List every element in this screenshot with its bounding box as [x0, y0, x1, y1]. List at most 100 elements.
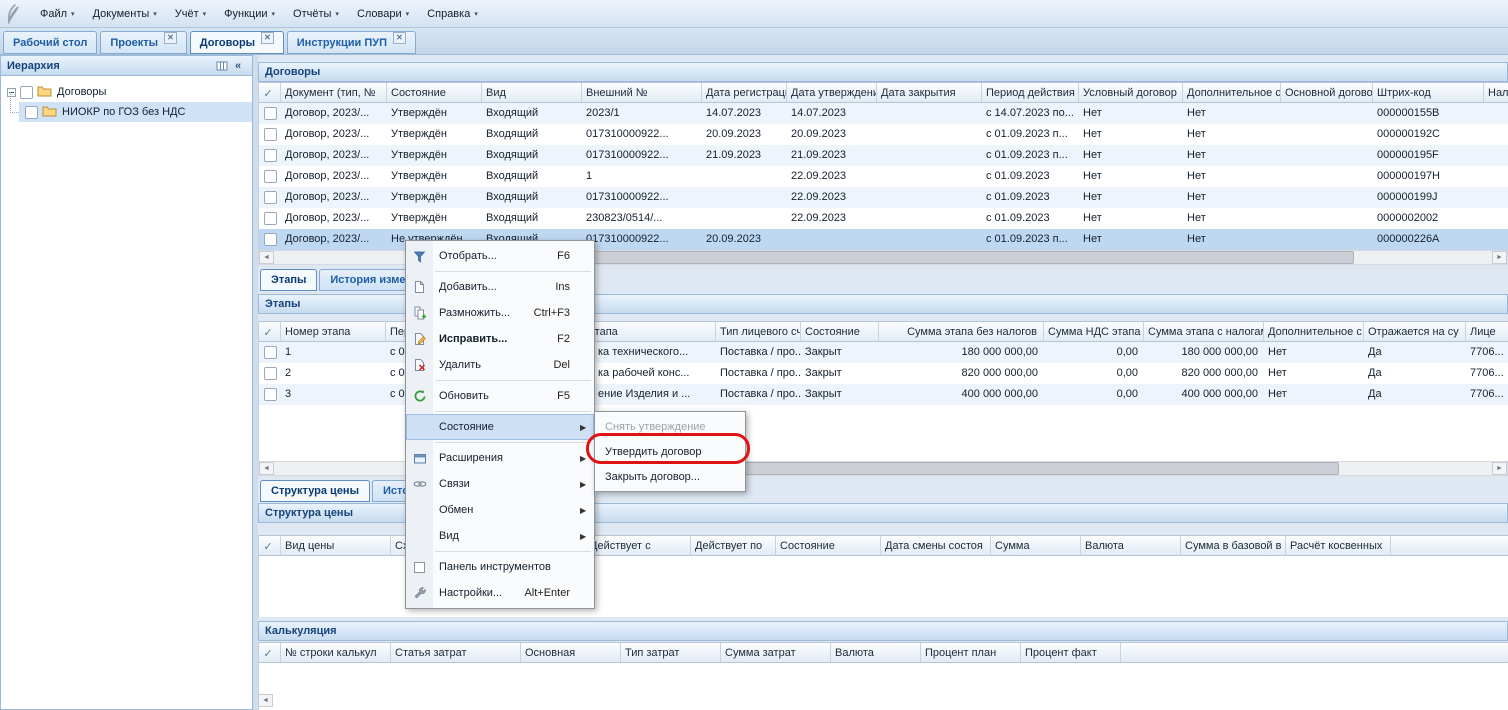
column-header[interactable]: № строки калькул: [281, 643, 391, 662]
context-menu-item-delete[interactable]: УдалитьDel: [406, 352, 594, 378]
scroll-right-button[interactable]: ►: [1492, 251, 1507, 264]
column-header[interactable]: Валюта: [831, 643, 921, 662]
hierarchy-collapse-button[interactable]: «: [230, 58, 246, 73]
select-column-header[interactable]: ✓: [259, 83, 281, 102]
tab-pup-instructions[interactable]: Инструкции ПУП✕: [287, 31, 416, 54]
row-checkbox[interactable]: [264, 346, 277, 359]
context-menu-item-toolbar[interactable]: Панель инструментов: [406, 554, 594, 580]
column-header[interactable]: Дата закрытия: [877, 83, 982, 102]
menubar-item-accounting[interactable]: Учёт▾: [167, 3, 216, 25]
table-row[interactable]: Договор, 2023/...УтверждёнВходящий122.09…: [259, 166, 1508, 187]
menubar-item-documents[interactable]: Документы▾: [85, 3, 167, 25]
column-header[interactable]: Вид: [482, 83, 582, 102]
column-header[interactable]: Дополнительное с: [1183, 83, 1281, 102]
row-checkbox[interactable]: [264, 212, 277, 225]
select-column-header[interactable]: ✓: [259, 322, 281, 341]
context-menu-item-edit[interactable]: Исправить...F2: [406, 326, 594, 352]
row-checkbox[interactable]: [264, 367, 277, 380]
context-menu-item-view[interactable]: Вид▶: [406, 523, 594, 549]
submenu-item-approve[interactable]: Утвердить договор: [595, 439, 745, 464]
column-header[interactable]: Основной договор: [1281, 83, 1373, 102]
context-menu-item-exchange[interactable]: Обмен▶: [406, 497, 594, 523]
row-checkbox[interactable]: [264, 107, 277, 120]
table-row[interactable]: Договор, 2023/...УтверждёнВходящий017310…: [259, 187, 1508, 208]
row-checkbox[interactable]: [264, 128, 277, 141]
column-header[interactable]: Отражается на су: [1364, 322, 1466, 341]
column-header[interactable]: Тип лицевого счёт: [716, 322, 801, 341]
column-header[interactable]: Условный договор: [1079, 83, 1183, 102]
column-header[interactable]: Номер этапа: [281, 322, 386, 341]
column-header[interactable]: Лице: [1466, 322, 1508, 341]
column-header[interactable]: Тип затрат: [621, 643, 721, 662]
column-header[interactable]: Статья затрат: [391, 643, 521, 662]
column-header[interactable]: Дополнительное с: [1264, 322, 1364, 341]
column-header[interactable]: Действует по: [691, 536, 776, 555]
column-header[interactable]: Налог: [1484, 83, 1508, 102]
column-header[interactable]: Состояние: [387, 83, 482, 102]
menubar-item-reports[interactable]: Отчёты▾: [285, 3, 349, 25]
tree-node-checkbox[interactable]: [25, 106, 38, 119]
column-header[interactable]: Сумма этапа с налогами: [1144, 322, 1264, 341]
column-header[interactable]: Внешний №: [582, 83, 702, 102]
column-header[interactable]: Процент план: [921, 643, 1021, 662]
scroll-left-button[interactable]: ◄: [259, 251, 274, 264]
row-checkbox[interactable]: [264, 191, 277, 204]
context-menu-item-refresh[interactable]: ОбновитьF5: [406, 383, 594, 409]
column-header[interactable]: Сумма: [991, 536, 1081, 555]
tab-projects[interactable]: Проекты✕: [100, 31, 186, 54]
tab-contracts[interactable]: Договоры✕: [190, 31, 284, 54]
column-header[interactable]: Сумма НДС этапа: [1044, 322, 1144, 341]
column-header[interactable]: Основная: [521, 643, 621, 662]
tab-close-icon[interactable]: ✕: [164, 32, 177, 44]
column-header[interactable]: Процент факт: [1021, 643, 1121, 662]
menubar-item-file[interactable]: Файл▾: [32, 3, 85, 25]
table-row[interactable]: Договор, 2023/...УтверждёнВходящий017310…: [259, 124, 1508, 145]
tree-node-checkbox[interactable]: [20, 86, 33, 99]
column-header[interactable]: Документ (тип, №: [281, 83, 387, 102]
price-tab-0[interactable]: Структура цены: [260, 480, 370, 502]
tab-close-icon[interactable]: ✕: [261, 32, 274, 44]
column-header[interactable]: Действует с: [586, 536, 691, 555]
tab-close-icon[interactable]: ✕: [393, 32, 406, 44]
tree-node-niokr[interactable]: НИОКР по ГОЗ без НДС: [19, 102, 252, 122]
table-row[interactable]: Договор, 2023/...УтверждёнВходящий230823…: [259, 208, 1508, 229]
table-row[interactable]: Договор, 2023/...УтверждёнВходящий2023/1…: [259, 103, 1508, 124]
column-header[interactable]: Период действия: [982, 83, 1079, 102]
row-checkbox[interactable]: [264, 233, 277, 246]
column-header[interactable]: Сумма затрат: [721, 643, 831, 662]
tab-desktop[interactable]: Рабочий стол: [3, 31, 97, 54]
menubar-item-functions[interactable]: Функции▾: [216, 3, 285, 25]
menubar-item-dictionaries[interactable]: Словари▾: [349, 3, 419, 25]
context-menu-item-extensions[interactable]: Расширения▶: [406, 445, 594, 471]
table-row[interactable]: Договор, 2023/...УтверждёнВходящий017310…: [259, 145, 1508, 166]
scroll-right-button[interactable]: ►: [1492, 462, 1507, 475]
submenu-item-close-contract[interactable]: Закрыть договор...: [595, 464, 745, 489]
select-column-header[interactable]: ✓: [259, 536, 281, 555]
scroll-left-button[interactable]: ◄: [259, 462, 274, 475]
select-column-header[interactable]: ✓: [259, 643, 281, 662]
context-menu-item-add[interactable]: Добавить...Ins: [406, 274, 594, 300]
hierarchy-columns-button[interactable]: [214, 58, 230, 73]
context-menu-item-filter[interactable]: Отобрать...F6: [406, 243, 594, 269]
scroll-left-button[interactable]: ◄: [258, 694, 273, 707]
stages-tab-0[interactable]: Этапы: [260, 269, 317, 291]
context-menu-item-links[interactable]: Связи▶: [406, 471, 594, 497]
column-header[interactable]: Вид цены: [281, 536, 391, 555]
column-header[interactable]: Валюта: [1081, 536, 1181, 555]
column-header[interactable]: Сумма этапа без налогов: [879, 322, 1044, 341]
tree-node-contracts[interactable]: Договоры: [1, 82, 252, 102]
row-checkbox[interactable]: [264, 388, 277, 401]
context-menu-item-state[interactable]: Состояние▶: [406, 414, 594, 440]
column-header[interactable]: Состояние: [801, 322, 879, 341]
context-menu-item-duplicate[interactable]: Размножить...Ctrl+F3: [406, 300, 594, 326]
column-header[interactable]: Расчёт косвенных: [1286, 536, 1391, 555]
column-header[interactable]: Дата утверждения: [787, 83, 877, 102]
column-header[interactable]: Штрих-код: [1373, 83, 1484, 102]
menubar-item-help[interactable]: Справка▾: [419, 3, 488, 25]
column-header[interactable]: Состояние: [776, 536, 881, 555]
context-menu-item-settings[interactable]: Настройки...Alt+Enter: [406, 580, 594, 606]
column-header[interactable]: Сумма в базовой в: [1181, 536, 1286, 555]
column-header[interactable]: Дата регистрации: [702, 83, 787, 102]
column-header[interactable]: Дата смены состоя: [881, 536, 991, 555]
row-checkbox[interactable]: [264, 170, 277, 183]
